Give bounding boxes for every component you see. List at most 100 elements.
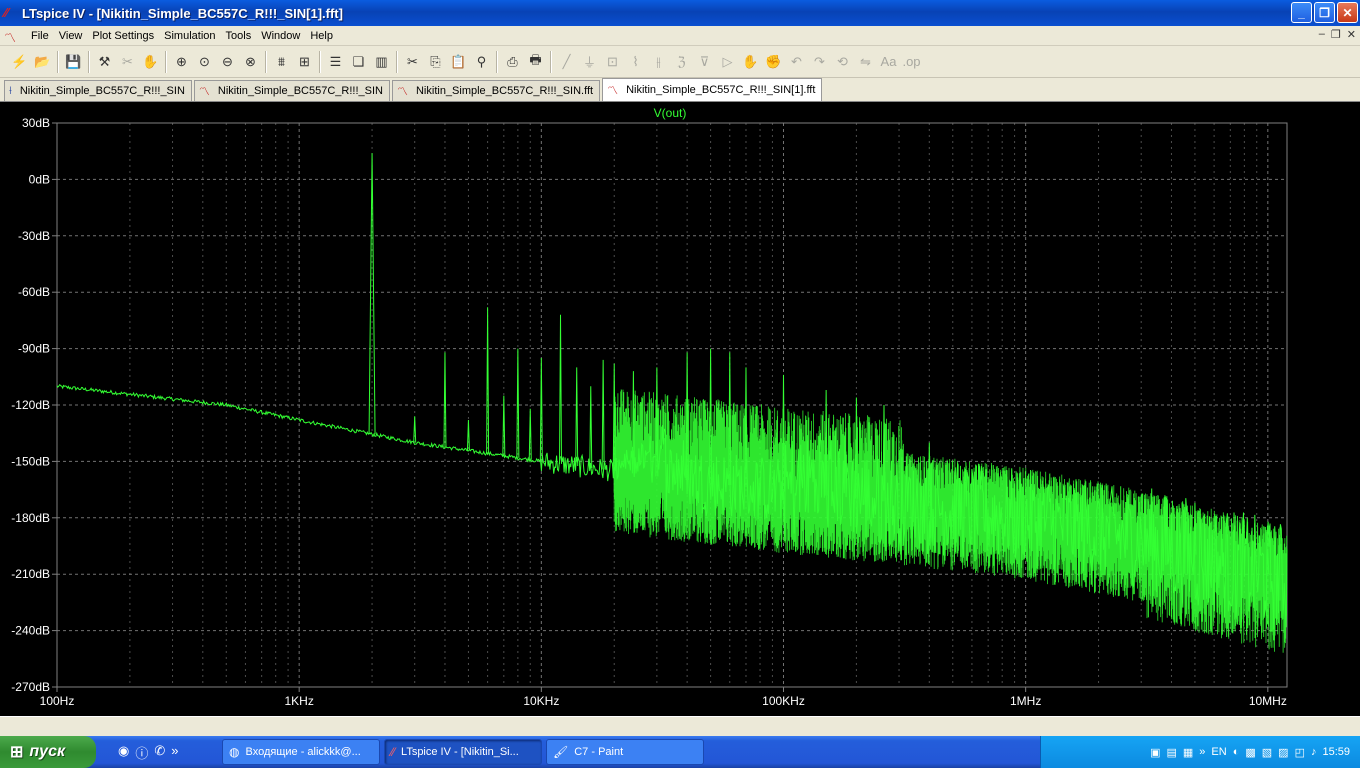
drag-dim-icon[interactable]: ✊ bbox=[762, 51, 785, 73]
tray-icon[interactable]: ▨ bbox=[1278, 746, 1288, 759]
find-icon[interactable]: ⚲ bbox=[470, 51, 493, 73]
mdi-close-button[interactable]: ✕ bbox=[1347, 28, 1356, 41]
trace-harmonic-peak[interactable] bbox=[559, 314, 563, 464]
trace-harmonic-peak[interactable] bbox=[413, 416, 417, 443]
spice-directive-dim-icon[interactable]: .op bbox=[900, 51, 923, 73]
tray-icon[interactable]: ▤ bbox=[1166, 746, 1176, 759]
text-dim-icon[interactable]: Aa bbox=[877, 51, 900, 73]
label-dim-icon[interactable]: ⊡ bbox=[601, 51, 624, 73]
tab-waveform[interactable]: 〽 Nikitin_Simple_BC557C_R!!!_SIN bbox=[193, 80, 390, 101]
trace-harmonic-peak[interactable] bbox=[368, 153, 376, 435]
scissors-dim-icon[interactable]: ✂ bbox=[116, 51, 139, 73]
tray-icon[interactable]: ▩ bbox=[1245, 746, 1255, 759]
y-tick-label: -180dB bbox=[11, 511, 50, 525]
tray-icon[interactable]: ◐ bbox=[1233, 746, 1240, 758]
chat-icon[interactable]: ✆ bbox=[154, 743, 165, 762]
run-icon[interactable]: ⚡ bbox=[8, 51, 31, 73]
task-ltspice[interactable]: ⁄⁄ LTspice IV - [Nikitin_Si... bbox=[384, 739, 542, 765]
zoom-out-icon[interactable]: ⊖ bbox=[216, 51, 239, 73]
trace-harmonic-peak[interactable] bbox=[575, 367, 579, 467]
browser-icon[interactable]: ◉ bbox=[118, 743, 129, 762]
document-icon[interactable]: 〽 bbox=[4, 29, 20, 45]
save-icon[interactable]: 💾 bbox=[62, 51, 85, 73]
capacitor-dim-icon[interactable]: ⫲ bbox=[647, 51, 670, 73]
menu-help[interactable]: Help bbox=[305, 30, 338, 42]
toolbar-separator bbox=[265, 50, 267, 73]
undo-dim-icon[interactable]: ↶ bbox=[785, 51, 808, 73]
tile-horizontal-icon[interactable]: ☰ bbox=[324, 51, 347, 73]
wire-dim-icon[interactable]: ╱ bbox=[555, 51, 578, 73]
trace-harmonic-peak[interactable] bbox=[539, 357, 543, 462]
windows-flag-icon: ⊞ bbox=[10, 744, 24, 761]
inductor-dim-icon[interactable]: ℨ bbox=[670, 51, 693, 73]
menu-file[interactable]: File bbox=[26, 30, 54, 42]
trace-label[interactable]: V(out) bbox=[654, 106, 687, 120]
menu-plot-settings[interactable]: Plot Settings bbox=[87, 30, 159, 42]
close-button[interactable]: ✕ bbox=[1337, 2, 1358, 23]
zoom-extent-icon[interactable]: ⊙ bbox=[193, 51, 216, 73]
rotate-dim-icon[interactable]: ⟲ bbox=[831, 51, 854, 73]
tray-icon[interactable]: ◰ bbox=[1295, 746, 1305, 759]
trace-harmonic-peak[interactable] bbox=[466, 420, 470, 451]
waveform-icon: 〽 bbox=[198, 86, 210, 98]
ground-dim-icon[interactable]: ⏚ bbox=[578, 51, 601, 73]
y-tick-label: -270dB bbox=[11, 680, 50, 694]
volume-icon[interactable]: ♪ bbox=[1311, 746, 1317, 758]
cascade-icon[interactable]: ❏ bbox=[347, 51, 370, 73]
menu-simulation[interactable]: Simulation bbox=[159, 30, 220, 42]
component-dim-icon[interactable]: ▷ bbox=[716, 51, 739, 73]
start-button[interactable]: ⊞ пуск bbox=[0, 736, 96, 768]
tab-label: Nikitin_Simple_BC557C_R!!!_SIN bbox=[217, 85, 383, 97]
print-preview-icon[interactable]: ⎙ bbox=[501, 51, 524, 73]
tab-fft-1[interactable]: 〽 Nikitin_Simple_BC557C_R!!!_SIN[1].fft bbox=[602, 78, 823, 101]
trace-noise-band[interactable] bbox=[613, 389, 1288, 653]
trace-v-out[interactable] bbox=[56, 153, 1288, 653]
copy-icon[interactable]: ⎘ bbox=[424, 51, 447, 73]
task-paint[interactable]: 🖌 C7 - Paint bbox=[546, 739, 704, 765]
tab-schematic[interactable]: ⟊ Nikitin_Simple_BC557C_R!!!_SIN bbox=[4, 80, 192, 101]
mdi-restore-button[interactable]: ❐ bbox=[1331, 28, 1341, 41]
tray-icon[interactable]: ▣ bbox=[1150, 746, 1160, 759]
trace-harmonic-peak[interactable] bbox=[601, 359, 605, 470]
trace-harmonic-peak[interactable] bbox=[589, 386, 593, 468]
trace-harmonic-peak[interactable] bbox=[443, 352, 447, 448]
move-dim-icon[interactable]: ✋ bbox=[739, 51, 762, 73]
tray-icon[interactable]: ▧ bbox=[1262, 746, 1272, 759]
tile-vertical-icon[interactable]: ▥ bbox=[370, 51, 393, 73]
grid-icon[interactable]: ⊞ bbox=[293, 51, 316, 73]
redo-dim-icon[interactable]: ↷ bbox=[808, 51, 831, 73]
open-icon[interactable]: 📂 bbox=[31, 51, 54, 73]
trace-harmonic-peak[interactable] bbox=[528, 408, 532, 460]
zoom-in-icon[interactable]: ⊕ bbox=[170, 51, 193, 73]
menu-tools[interactable]: Tools bbox=[221, 30, 257, 42]
hand-dim-icon[interactable]: ✋ bbox=[139, 51, 162, 73]
print-icon[interactable]: 🖶 bbox=[524, 51, 547, 73]
more-icon[interactable]: » bbox=[171, 743, 178, 762]
autorange-icon[interactable]: ⩩ bbox=[270, 51, 293, 73]
zoom-cancel-icon[interactable]: ⊗ bbox=[239, 51, 262, 73]
trace-harmonic-peak[interactable] bbox=[486, 307, 490, 454]
toolbar-separator bbox=[496, 50, 498, 73]
diode-dim-icon[interactable]: ⊽ bbox=[693, 51, 716, 73]
menu-view[interactable]: View bbox=[54, 30, 88, 42]
language-indicator[interactable]: EN bbox=[1211, 746, 1226, 758]
cut-icon[interactable]: ✂ bbox=[401, 51, 424, 73]
toolbar-separator bbox=[165, 50, 167, 73]
menu-window[interactable]: Window bbox=[256, 30, 305, 42]
maximize-button[interactable]: ❐ bbox=[1314, 2, 1335, 23]
clock[interactable]: 15:59 bbox=[1322, 746, 1350, 758]
fft-plot[interactable]: 30dB 0dB -30dB -60dB -90dB -120dB -150dB -180dB… bbox=[0, 102, 1360, 716]
info-icon[interactable]: ⓘ bbox=[135, 743, 148, 762]
task-mail[interactable]: ◍ Входящие - alickkk@... bbox=[222, 739, 380, 765]
tab-fft[interactable]: 〽 Nikitin_Simple_BC557C_R!!!_SIN.fft bbox=[391, 80, 601, 101]
mdi-minimize-button[interactable]: – bbox=[1319, 28, 1325, 41]
mirror-dim-icon[interactable]: ⇋ bbox=[854, 51, 877, 73]
waveform-plot-window[interactable]: 30dB 0dB -30dB -60dB -90dB -120dB -150dB -180dB… bbox=[0, 102, 1360, 716]
tray-more-icon[interactable]: » bbox=[1199, 746, 1205, 758]
resistor-dim-icon[interactable]: ⌇ bbox=[624, 51, 647, 73]
paste-icon[interactable]: 📋 bbox=[447, 51, 470, 73]
control-panel-icon[interactable]: ⚒ bbox=[93, 51, 116, 73]
minimize-button[interactable]: _ bbox=[1291, 2, 1312, 23]
x-tick-label: 1MHz bbox=[1010, 694, 1041, 708]
tray-icon[interactable]: ▦ bbox=[1183, 746, 1193, 759]
